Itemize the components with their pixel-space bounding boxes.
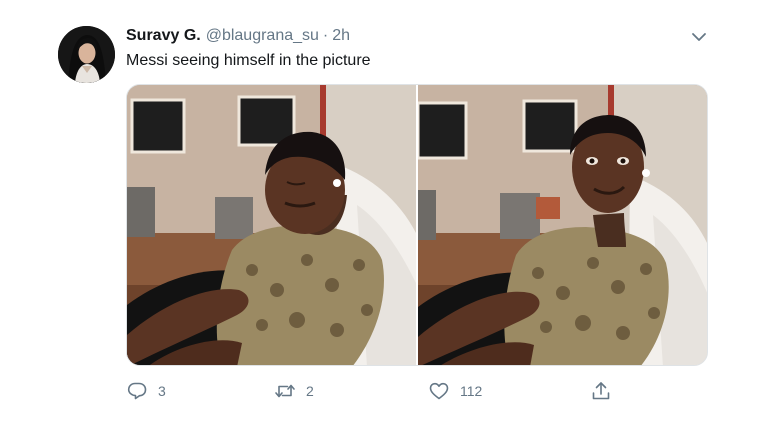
tweet-text: Messi seeing himself in the picture <box>126 52 371 69</box>
separator-dot: · <box>322 27 329 44</box>
timestamp[interactable]: 2h <box>332 27 350 45</box>
media-grid <box>126 84 708 366</box>
retweet-button[interactable]: 2 <box>274 378 314 404</box>
left-photo[interactable] <box>127 85 416 365</box>
comment-icon <box>126 380 148 402</box>
reply-button[interactable]: 3 <box>126 378 166 404</box>
heart-icon <box>428 380 450 402</box>
display-name[interactable]: Suravy G. <box>126 27 201 45</box>
share-button[interactable] <box>590 378 612 404</box>
tweet-header: Suravy G. @blaugrana_su · 2h <box>126 27 350 49</box>
share-icon <box>590 380 612 402</box>
right-photo[interactable] <box>418 85 707 365</box>
tweet-card: Suravy G. @blaugrana_su · 2h Messi seein… <box>0 0 768 432</box>
retweet-count: 2 <box>306 383 314 399</box>
reply-count: 3 <box>158 383 166 399</box>
retweet-icon <box>274 380 296 402</box>
like-button[interactable]: 112 <box>428 378 482 404</box>
like-count: 112 <box>460 383 483 399</box>
tweet-actions: 3 2 112 <box>126 378 626 404</box>
avatar[interactable] <box>58 26 115 83</box>
chevron-down-icon[interactable] <box>690 28 708 46</box>
user-handle[interactable]: @blaugrana_su <box>206 27 319 45</box>
